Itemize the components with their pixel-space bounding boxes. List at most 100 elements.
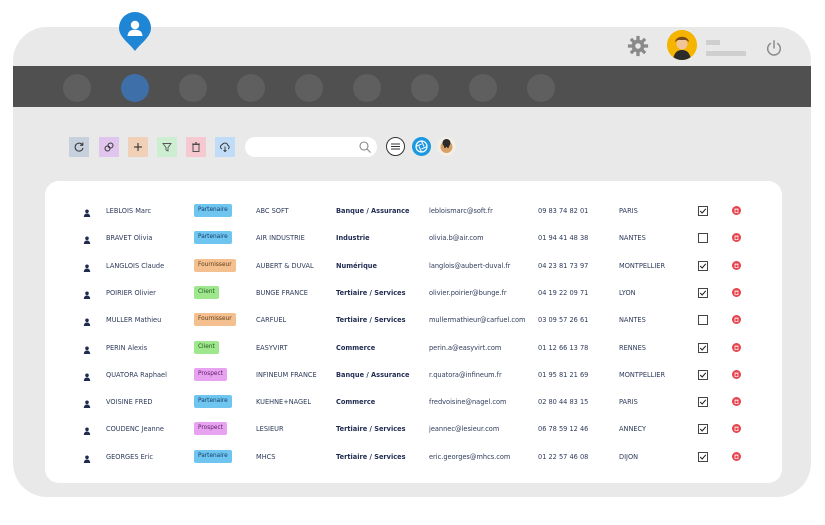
phone: 03 09 57 26 61	[538, 316, 589, 325]
email[interactable]: olivier.poirier@bunge.fr	[429, 288, 507, 298]
trash-icon	[734, 263, 739, 268]
contact-name[interactable]: VOISINE FRED	[106, 397, 152, 407]
nav-item-5[interactable]	[295, 74, 323, 102]
nav-item-7[interactable]	[411, 74, 439, 102]
contact-name[interactable]: COUDENC Jeanne	[106, 424, 164, 434]
delete-row-button[interactable]	[732, 369, 741, 379]
delete-row-button[interactable]	[732, 315, 741, 325]
nav-item-6[interactable]	[353, 74, 381, 102]
trash-icon	[734, 208, 739, 214]
contact-name[interactable]: QUATORA Raphael	[106, 370, 167, 380]
type-badge: Partenaire	[194, 395, 232, 409]
phone: 01 95 81 21 69	[538, 370, 589, 379]
refresh-button[interactable]	[69, 137, 89, 157]
mailchimp-button[interactable]	[437, 137, 456, 156]
nav-item-8[interactable]	[469, 74, 497, 102]
email[interactable]: perin.a@easyvirt.com	[429, 343, 501, 353]
contact-name[interactable]: GEORGES Eric	[106, 452, 153, 462]
nav-item-2-active[interactable]	[121, 74, 149, 102]
delete-row-button[interactable]	[732, 206, 741, 215]
email[interactable]: mullermathieur@carfuel.com	[429, 315, 525, 325]
table-row[interactable]: COUDENC Jeanne Prospect LESIEUR Tertiair…	[45, 422, 782, 451]
sector: Banque / Assurance	[336, 207, 410, 215]
nav-item-3[interactable]	[179, 74, 207, 102]
sector: Tertiaire / Services	[336, 425, 406, 434]
person-icon	[83, 373, 91, 381]
contact-name[interactable]: LEBLOIS Marc	[106, 206, 151, 216]
delete-row-button[interactable]	[732, 287, 741, 297]
email[interactable]: langlois@aubert-duval.fr	[429, 261, 510, 271]
contact-name[interactable]: LANGLOIS Claude	[106, 261, 164, 271]
company-name: KUEHNE+NAGEL	[256, 398, 311, 407]
download-button[interactable]	[215, 137, 235, 157]
phone: 04 19 22 09 71	[538, 288, 589, 297]
filter-icon	[162, 143, 172, 152]
search-icon[interactable]	[358, 140, 372, 154]
contact-name[interactable]: PERIN Alexis	[106, 343, 147, 353]
table-row[interactable]: GEORGES Eric Partenaire MHCS Tertiaire /…	[45, 449, 782, 479]
nav-item-9[interactable]	[527, 74, 555, 102]
type-badge: Client	[194, 340, 219, 354]
email[interactable]: fredvoisine@nagel.com	[429, 397, 506, 407]
user-role-placeholder	[706, 51, 746, 56]
delete-row-button[interactable]	[732, 397, 741, 407]
row-checkbox[interactable]	[698, 206, 708, 216]
checkmark-icon	[699, 454, 707, 460]
checkmark-icon	[699, 399, 707, 405]
nav-item-4[interactable]	[237, 74, 265, 102]
email[interactable]: olivia.b@air.com	[429, 233, 484, 243]
table-row[interactable]: LANGLOIS Claude Fournisseur AUBERT & DUV…	[45, 258, 782, 288]
delete-button[interactable]	[186, 137, 206, 157]
row-checkbox[interactable]	[698, 233, 708, 244]
user-location-pin-icon[interactable]	[117, 12, 153, 52]
table-row[interactable]: BRAVET Olivia Partenaire AIR INDUSTRIE I…	[45, 231, 782, 260]
table-row[interactable]: VOISINE FRED Partenaire KUEHNE+NAGEL Com…	[45, 395, 782, 424]
link-button[interactable]	[99, 137, 119, 157]
email[interactable]: r.quatora@infineum.fr	[429, 370, 502, 380]
delete-row-button[interactable]	[732, 260, 741, 270]
table-row[interactable]: QUATORA Raphael Prospect INFINEUM FRANCE…	[45, 367, 782, 397]
row-checkbox[interactable]	[698, 287, 708, 298]
table-row[interactable]: POIRIER Olivier Client BUNGE FRANCE Tert…	[45, 285, 782, 315]
email[interactable]: jeannec@lesieur.com	[429, 424, 499, 434]
menu-button[interactable]	[386, 137, 405, 156]
add-button[interactable]	[128, 137, 148, 157]
filter-button[interactable]	[157, 137, 177, 157]
contact-name[interactable]: BRAVET Olivia	[106, 233, 152, 243]
aperture-icon	[415, 140, 428, 153]
type-badge: Partenaire	[194, 204, 232, 217]
delete-row-button[interactable]	[732, 342, 741, 352]
sector: Tertiaire / Services	[336, 452, 406, 461]
company-name: EASYVIRT	[256, 343, 288, 352]
trash-icon	[734, 235, 739, 241]
email[interactable]: eric.georges@mhcs.com	[429, 452, 510, 462]
checkmark-icon	[699, 344, 707, 351]
contact-name[interactable]: MULLER Mathieu	[106, 315, 161, 325]
row-checkbox[interactable]	[698, 424, 708, 435]
power-icon[interactable]	[765, 39, 783, 57]
settings-gear-icon[interactable]	[627, 35, 649, 57]
trash-icon	[734, 317, 739, 323]
city: PARIS	[619, 398, 638, 407]
row-checkbox[interactable]	[698, 342, 708, 353]
row-checkbox[interactable]	[698, 397, 708, 408]
delete-row-button[interactable]	[732, 424, 741, 434]
delete-row-button[interactable]	[732, 233, 741, 243]
aperture-button[interactable]	[412, 137, 431, 156]
search-input[interactable]	[245, 137, 377, 157]
table-row[interactable]: LEBLOIS Marc Partenaire ABC SOFT Banque …	[45, 204, 782, 233]
table-row[interactable]: MULLER Mathieu Fournisseur CARFUEL Terti…	[45, 313, 782, 342]
row-checkbox[interactable]	[698, 369, 708, 380]
table-row[interactable]: PERIN Alexis Client EASYVIRT Commerce pe…	[45, 340, 782, 370]
nav-item-1[interactable]	[63, 74, 91, 102]
row-checkbox[interactable]	[698, 315, 708, 326]
delete-row-button[interactable]	[732, 451, 741, 461]
plus-icon	[134, 143, 142, 151]
email[interactable]: lebloismarc@soft.fr	[429, 206, 493, 216]
row-checkbox[interactable]	[698, 451, 708, 462]
avatar[interactable]	[667, 30, 697, 60]
contact-name[interactable]: POIRIER Olivier	[106, 288, 156, 298]
company-name: CARFUEL	[256, 316, 287, 325]
main-navbar	[13, 66, 811, 107]
row-checkbox[interactable]	[698, 260, 708, 271]
